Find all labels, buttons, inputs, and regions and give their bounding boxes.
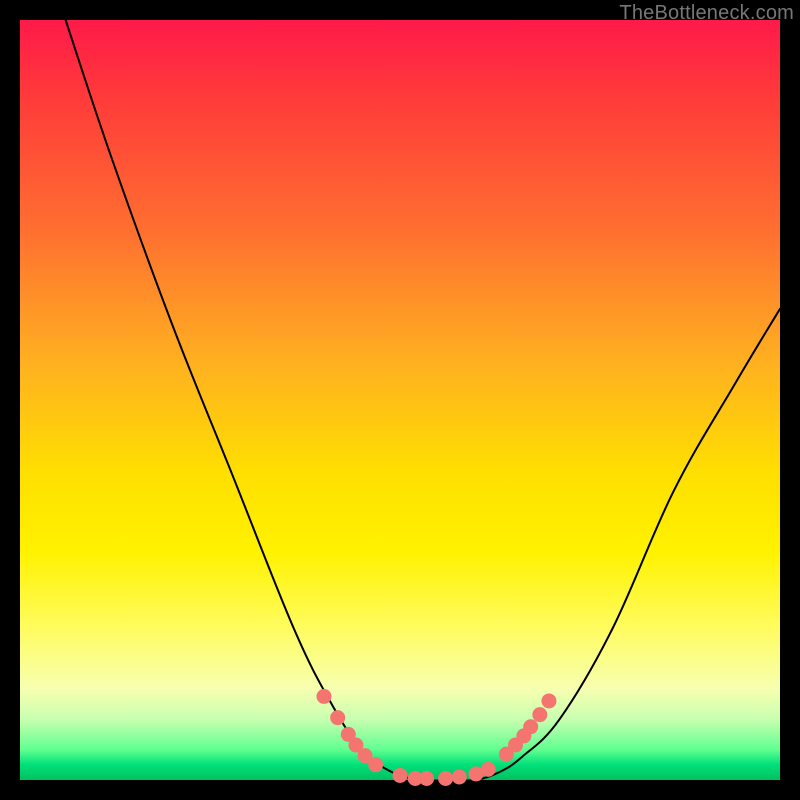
highlight-dot xyxy=(419,771,434,786)
chart-frame: TheBottleneck.com xyxy=(0,0,800,800)
bottleneck-curve xyxy=(66,20,780,781)
highlight-dot xyxy=(317,689,332,704)
plot-area xyxy=(20,20,780,780)
highlight-dot xyxy=(438,771,453,786)
highlight-dot xyxy=(523,719,538,734)
highlight-dot xyxy=(393,768,408,783)
highlight-dot xyxy=(368,757,383,772)
highlight-dot xyxy=(541,693,556,708)
highlight-dot xyxy=(481,762,496,777)
highlight-dot xyxy=(330,710,345,725)
highlight-dot xyxy=(532,707,547,722)
highlight-dot xyxy=(452,769,467,784)
curve-layer xyxy=(20,20,780,780)
